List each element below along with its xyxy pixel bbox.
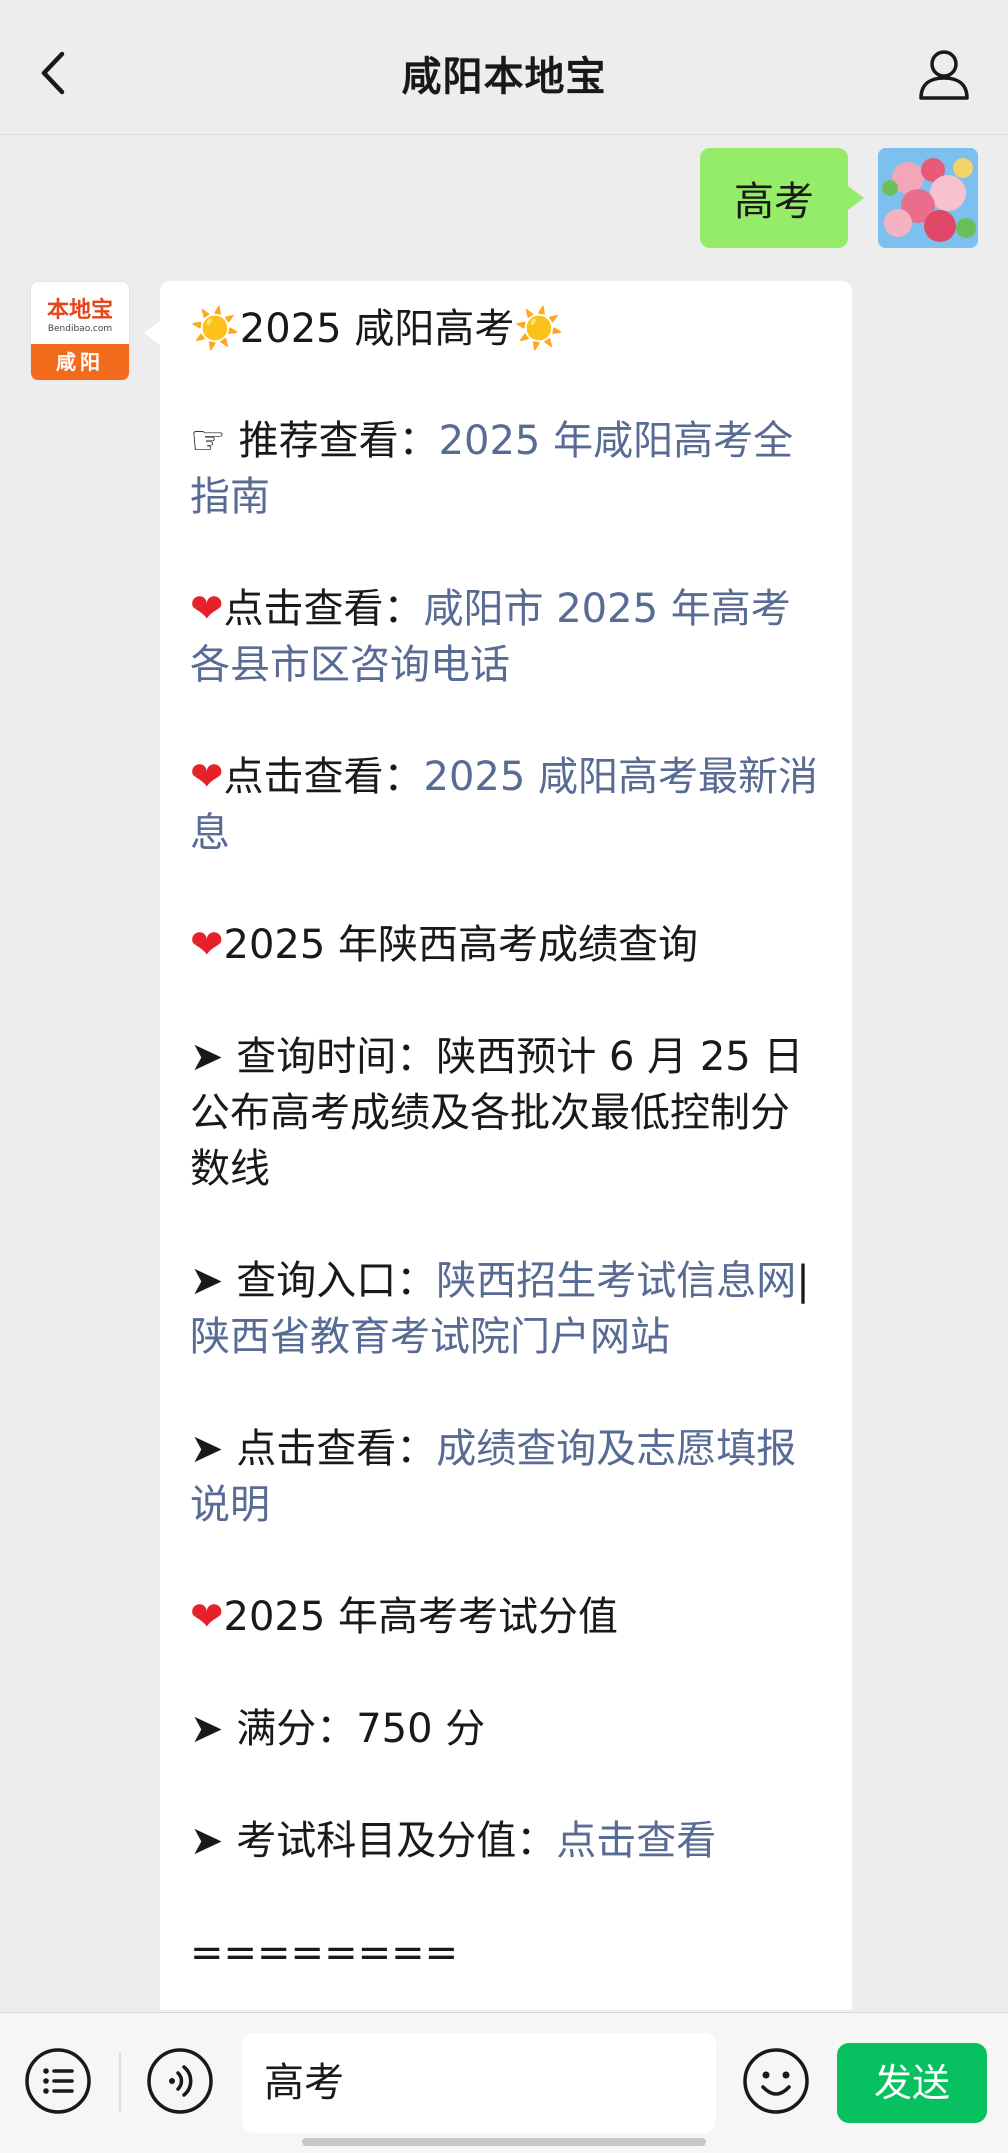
exam-heading: 2025 年高考考试分值 — [223, 1594, 619, 1640]
avatar-brand-text: 本地宝 — [46, 298, 113, 323]
consult-prefix: 点击查看： — [223, 586, 424, 632]
recommend-prefix: ☞ 推荐查看： — [190, 418, 439, 464]
full-score-line: ➤ 满分：750 分 — [190, 1706, 486, 1752]
news-prefix: 点击查看： — [223, 754, 424, 800]
toolbar-divider — [119, 2053, 121, 2113]
recommend-line: ☞ 推荐查看：2025 年咸阳高考全指南 — [190, 413, 822, 525]
flower-avatar-image — [878, 148, 978, 248]
consult-line: ❤点击查看：咸阳市 2025 年高考各县市区咨询电话 — [190, 581, 822, 693]
list-icon — [25, 2048, 91, 2114]
avatar-brand-subtext: Bendibao.com — [47, 324, 113, 334]
nav-header: 咸阳本地宝 — [0, 0, 1008, 135]
voice-button[interactable] — [146, 2047, 214, 2115]
bot-avatar[interactable]: 本地宝 Bendibao.com 咸阳 — [30, 281, 130, 381]
person-icon — [919, 50, 969, 100]
score-heading-line: ❤2025 年陕西高考成绩查询 — [190, 917, 822, 973]
voice-icon — [147, 2048, 213, 2114]
exam-heading-line: ❤2025 年高考考试分值 — [190, 1589, 822, 1645]
query-entry-line: ➤ 查询入口：陕西招生考试信息网| 陕西省教育考试院门户网站 — [190, 1253, 822, 1365]
home-indicator[interactable] — [302, 2138, 706, 2146]
subjects-link[interactable]: 点击查看 — [556, 1818, 716, 1864]
profile-button[interactable] — [916, 46, 972, 102]
score-heading: 2025 年陕西高考成绩查询 — [223, 922, 699, 968]
emoji-icon — [743, 2048, 809, 2114]
user-message-text: 高考 — [734, 179, 814, 225]
message-title: ☀️2025 咸阳高考☀️ — [190, 306, 565, 352]
emoji-button[interactable] — [742, 2047, 810, 2115]
score-guide-prefix: ➤ 点击查看： — [190, 1426, 437, 1472]
query-entry-prefix: ➤ 查询入口： — [190, 1258, 437, 1304]
news-line: ❤点击查看：2025 咸阳高考最新消息 — [190, 749, 822, 861]
input-bar: 高考 发送 — [0, 2012, 1008, 2153]
user-avatar[interactable] — [878, 148, 978, 248]
query-time-line: ➤ 查询时间：陕西预计 6 月 25 日公布高考成绩及各批次最低控制分数线 — [190, 1034, 804, 1192]
heart-icon: ❤ — [190, 586, 224, 632]
message-input[interactable]: 高考 — [242, 2033, 716, 2133]
bot-message-bubble: ☀️2025 咸阳高考☀️ ☞ 推荐查看：2025 年咸阳高考全指南 ❤点击查看… — [144, 281, 852, 2010]
separator-line: ======== — [190, 1930, 459, 1976]
exam-authority-site-link[interactable]: 陕西省教育考试院门户网站 — [190, 1314, 670, 1360]
heart-icon: ❤ — [190, 754, 224, 800]
link-separator: | — [796, 1258, 810, 1304]
user-message-bubble[interactable]: 高考 — [700, 148, 864, 248]
subjects-prefix: ➤ 考试科目及分值： — [190, 1818, 557, 1864]
heart-icon: ❤ — [190, 1594, 224, 1640]
heart-icon: ❤ — [190, 922, 224, 968]
exam-info-site-link[interactable]: 陕西招生考试信息网 — [436, 1258, 796, 1304]
subjects-line: ➤ 考试科目及分值：点击查看 — [190, 1813, 822, 1869]
chat-area[interactable]: 高考 本地宝 Bendibao.com 咸阳 ☀️2025 咸阳高考☀️ ☞ 推… — [0, 135, 1008, 2010]
page-title: 咸阳本地宝 — [401, 54, 607, 100]
send-button[interactable]: 发送 — [837, 2043, 987, 2123]
avatar-city-label: 咸阳 — [31, 344, 129, 380]
score-guide-line: ➤ 点击查看：成绩查询及志愿填报说明 — [190, 1421, 822, 1533]
menu-button[interactable] — [24, 2047, 92, 2115]
